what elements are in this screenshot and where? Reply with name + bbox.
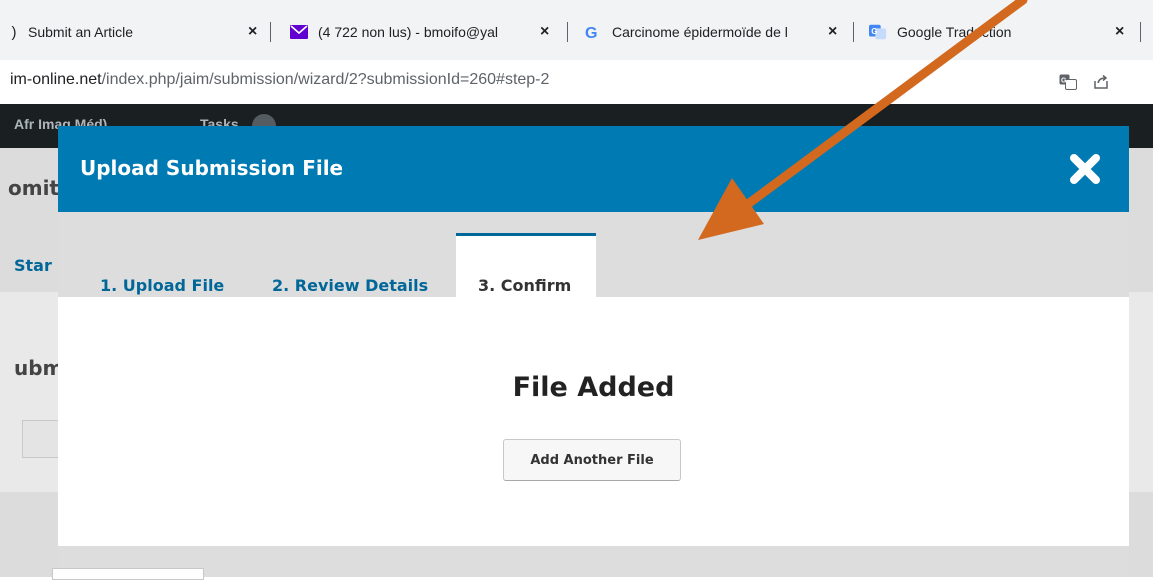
svg-text:G: G: [585, 25, 597, 41]
browser-tab-mail[interactable]: (4 722 non lus) - bmoifo@yal ×: [290, 12, 549, 52]
translate-page-icon[interactable]: G: [1058, 72, 1078, 92]
footer-button[interactable]: [52, 568, 204, 580]
mail-icon: [290, 23, 308, 41]
url-path: /index.php/jaim/submission/wizard/2?subm…: [101, 71, 550, 88]
close-icon[interactable]: ×: [248, 23, 257, 41]
url-text[interactable]: im-online.net/index.php/jaim/submission/…: [10, 71, 549, 89]
modal-header: Upload Submission File: [58, 126, 1129, 212]
modal-footer: [58, 546, 1129, 577]
address-bar[interactable]: im-online.net/index.php/jaim/submission/…: [0, 60, 1153, 105]
add-another-file-button[interactable]: Add Another File: [503, 439, 681, 481]
upload-modal: Upload Submission File 1. Upload File 2.…: [58, 126, 1129, 577]
page-icon: ): [11, 23, 17, 41]
translate-icon: G: [869, 23, 887, 41]
browser-tab-title: Submit an Article: [28, 24, 134, 40]
page-tab-fragment: Star: [14, 256, 52, 275]
browser-tab-submit-article[interactable]: ) Submit an Article ×: [10, 12, 258, 52]
close-icon[interactable]: ×: [828, 23, 837, 41]
tab-review-details[interactable]: 2. Review Details: [272, 274, 428, 297]
tab-divider: [1140, 22, 1141, 42]
browser-tab-title: Carcinome épidermoïde de l: [612, 24, 788, 40]
close-modal-icon[interactable]: [1066, 150, 1104, 188]
url-host: im-online.net: [10, 71, 102, 88]
browser-tab-google-search[interactable]: G Carcinome épidermoïde de l ×: [584, 12, 837, 52]
tab-divider: [567, 22, 568, 42]
tab-upload-file[interactable]: 1. Upload File: [100, 274, 224, 297]
google-icon: G: [584, 23, 602, 41]
page-file-icon: [22, 420, 60, 458]
page-title-fragment: omit: [8, 176, 59, 200]
svg-text:G: G: [1061, 78, 1067, 85]
svg-text:G: G: [871, 27, 877, 36]
file-added-heading: File Added: [512, 372, 675, 403]
tab-divider: [853, 22, 854, 42]
close-icon[interactable]: ×: [1115, 23, 1124, 41]
browser-tab-title: (4 722 non lus) - bmoifo@yal: [318, 24, 498, 40]
browser-tab-google-translate[interactable]: G Google Traduction ×: [869, 12, 1124, 52]
tab-divider: [270, 22, 271, 42]
modal-title: Upload Submission File: [80, 156, 344, 180]
share-icon[interactable]: [1091, 72, 1111, 92]
close-icon[interactable]: ×: [540, 23, 549, 41]
page-section-fragment: ubm: [14, 356, 64, 380]
browser-tab-strip: ) Submit an Article × (4 722 non lus) - …: [0, 0, 1153, 61]
browser-tab-title: Google Traduction: [897, 24, 1012, 40]
tab-confirm[interactable]: 3. Confirm: [478, 274, 571, 297]
